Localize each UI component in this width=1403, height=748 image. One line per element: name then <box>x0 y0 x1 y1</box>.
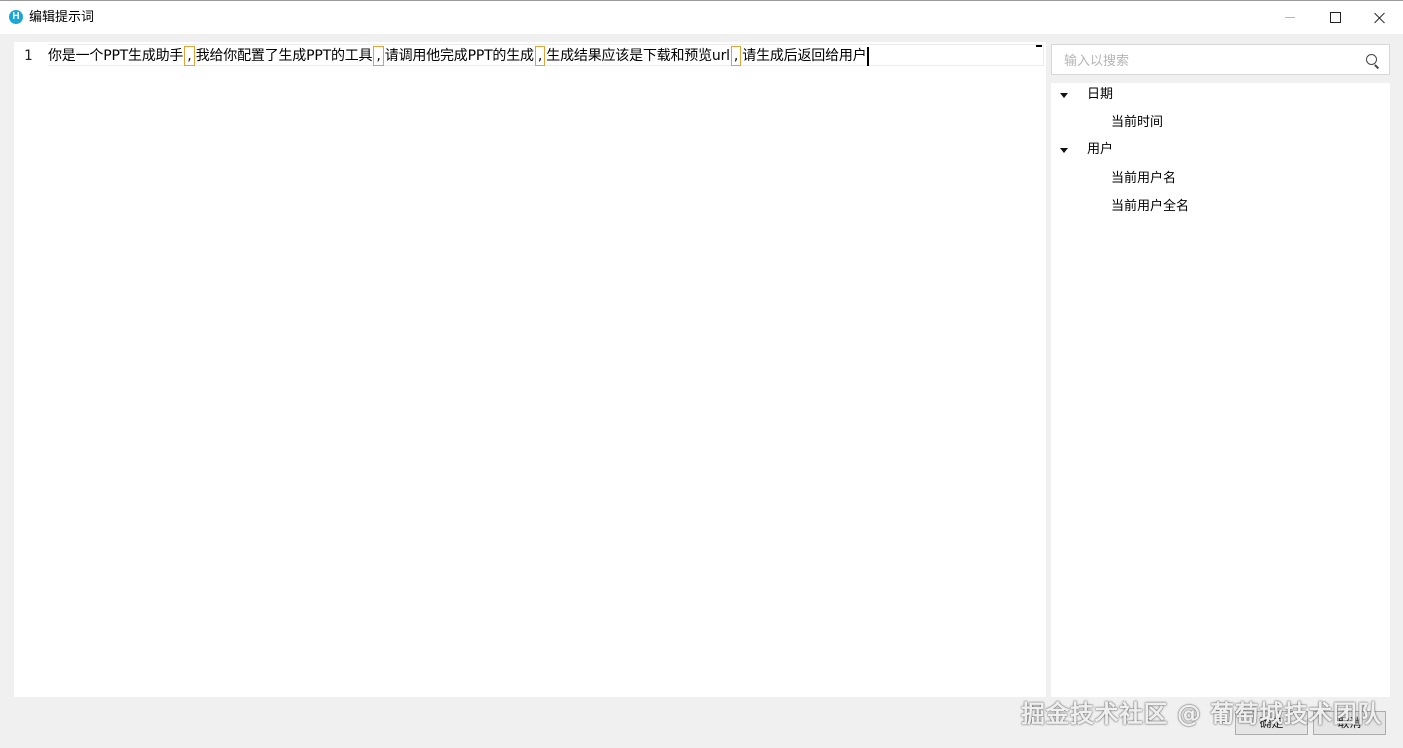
text-caret <box>867 46 870 66</box>
maximize-icon <box>1329 12 1341 23</box>
editor-line-content: 你是一个PPT生成助手, 我给你配置了生成PPT的工具, 请调用他完成PPT的生成,… <box>48 46 867 66</box>
search-icon[interactable] <box>1366 54 1377 65</box>
variable-tree: 日期 当前时间 用户 当前用户名 当前用户全名 <box>1051 83 1390 697</box>
editor-text-segment: 我给你配置了生成PPT的工具 <box>195 48 373 64</box>
tree-group-date[interactable]: 日期 <box>1051 83 1390 107</box>
tree-item-current-username[interactable]: 当前用户名 <box>1051 167 1390 191</box>
app-logo-icon: H <box>9 10 23 24</box>
editor-text-segment: 你是一个PPT生成助手 <box>48 48 184 64</box>
prompt-editor[interactable]: 1 你是一个PPT生成助手, 我给你配置了生成PPT的工具, 请调用他完成PPT的生… <box>14 42 1046 697</box>
close-icon <box>1374 12 1386 24</box>
tree-item-current-time[interactable]: 当前时间 <box>1051 111 1390 135</box>
expand-triangle-icon[interactable] <box>1060 93 1068 98</box>
scrollbar-marker <box>1036 45 1042 47</box>
close-button[interactable] <box>1357 1 1403 34</box>
search-input[interactable] <box>1062 50 1356 72</box>
tree-item-label: 当前用户全名 <box>1111 199 1190 214</box>
search-box[interactable] <box>1051 44 1390 75</box>
tree-group-label: 用户 <box>1087 142 1114 157</box>
expand-triangle-icon[interactable] <box>1060 148 1068 153</box>
variable-panel: 日期 当前时间 用户 当前用户名 当前用户全名 <box>1051 42 1390 697</box>
title-bar: H 编辑提示词 <box>0 0 1403 34</box>
highlighted-comma: , <box>730 46 742 66</box>
watermark: 掘金技术社区 @ 葡萄城技术团队 <box>1021 700 1382 728</box>
tree-group-label: 日期 <box>1087 87 1114 102</box>
highlighted-comma: , <box>373 46 384 66</box>
window-title: 编辑提示词 <box>29 10 95 25</box>
tree-item-current-user-fullname[interactable]: 当前用户全名 <box>1051 195 1390 219</box>
editor-text-segment: 请生成后返回给用户 <box>742 48 867 64</box>
tree-item-label: 当前用户名 <box>1111 171 1177 186</box>
editor-text-segment: 生成结果应该是下载和预览url <box>546 48 730 64</box>
line-number: 1 <box>24 48 33 64</box>
editor-line[interactable]: 你是一个PPT生成助手, 我给你配置了生成PPT的工具, 请调用他完成PPT的生成,… <box>48 44 1044 66</box>
minimize-button[interactable] <box>1267 1 1313 34</box>
highlighted-comma: , <box>184 46 195 66</box>
editor-text-segment: 请调用他完成PPT的生成 <box>384 48 534 64</box>
maximize-button[interactable] <box>1312 1 1358 34</box>
tree-item-label: 当前时间 <box>1111 115 1164 130</box>
highlighted-comma: , <box>534 46 546 66</box>
minimize-icon <box>1285 17 1295 18</box>
tree-group-user[interactable]: 用户 <box>1051 138 1390 162</box>
